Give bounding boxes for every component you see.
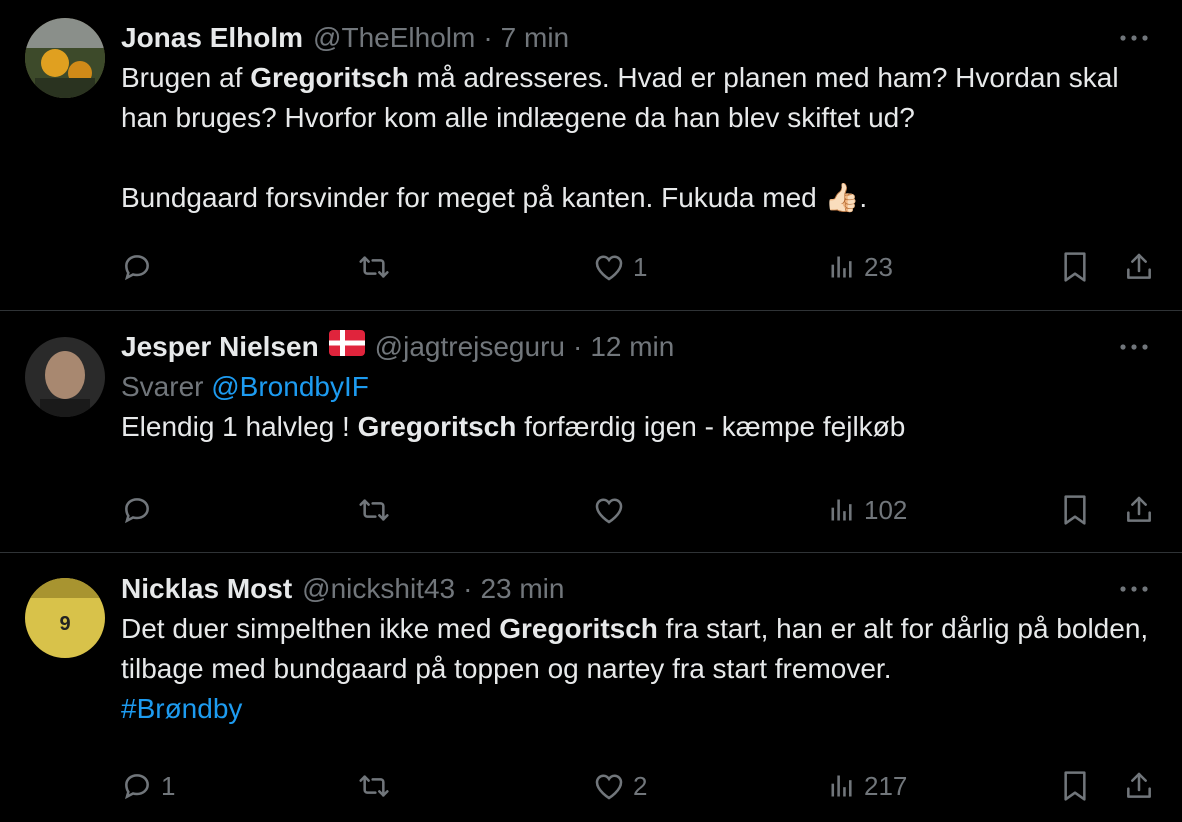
tweet-header: Jonas Elholm @TheElholm · 7 min (121, 18, 1154, 58)
repost-button[interactable] (357, 770, 399, 802)
tweet-actions: 1 23 (121, 247, 1154, 287)
views-icon (831, 256, 852, 278)
repost-icon (359, 775, 389, 797)
repost-icon (359, 256, 389, 278)
mention-link[interactable]: @BrondbyIF (211, 371, 369, 402)
display-name[interactable]: Nicklas Most (121, 569, 292, 609)
tweet-text: Brugen af Gregoritsch må adresseres. Hva… (121, 62, 1127, 133)
more-icon (1120, 35, 1148, 41)
more-icon (1120, 586, 1148, 592)
tweet-text: Det duer simpelthen ikke med Gregoritsch… (121, 613, 1156, 684)
bookmark-icon (1064, 495, 1086, 525)
avatar[interactable] (25, 337, 105, 417)
tweet-text: Elendig 1 halvleg ! Gregoritsch forfærdi… (121, 411, 906, 442)
replying-to: Svarer @BrondbyIF (121, 371, 369, 402)
reply-button[interactable] (121, 251, 161, 283)
share-icon (1127, 772, 1151, 798)
like-count: 1 (633, 251, 648, 282)
display-name[interactable]: Jesper Nielsen (121, 327, 319, 367)
tweet-text-paragraph-2: Bundgaard forsvinder for meget på kanten… (121, 182, 868, 213)
tweet-header: Nicklas Most @nickshit43 · 23 min (121, 569, 1154, 609)
tweet-3[interactable]: 9 Nicklas Most @nickshit43 · 23 min Det … (0, 553, 1182, 822)
svg-text:9: 9 (59, 613, 70, 635)
bookmark-icon (1064, 252, 1086, 282)
like-button[interactable]: 1 (593, 252, 647, 283)
bookmark-button[interactable] (1061, 494, 1089, 526)
repost-button[interactable] (357, 494, 399, 526)
like-button[interactable] (593, 495, 633, 525)
bookmark-button[interactable] (1061, 251, 1089, 283)
avatar[interactable]: 9 (25, 578, 105, 658)
reply-button[interactable] (121, 494, 161, 526)
views-count: 102 (864, 494, 908, 525)
bookmark-icon (1064, 771, 1086, 801)
share-icon (1127, 253, 1151, 279)
share-icon (1127, 496, 1151, 522)
share-button[interactable] (1123, 770, 1155, 802)
timestamp[interactable]: 12 min (590, 327, 674, 367)
more-icon (1120, 344, 1148, 350)
views-button[interactable]: 23 (828, 252, 893, 283)
handle[interactable]: @nickshit43 (302, 569, 455, 609)
like-icon (595, 498, 623, 524)
tweet-actions: 102 (121, 490, 1154, 530)
views-count: 23 (864, 251, 893, 282)
views-button[interactable]: 102 (828, 495, 907, 526)
share-button[interactable] (1123, 494, 1155, 526)
separator-dot: · (463, 573, 473, 604)
more-options-button[interactable] (1114, 327, 1154, 367)
separator-dot: · (483, 22, 493, 53)
handle[interactable]: @jagtrejseguru (375, 327, 565, 367)
tweet-header: Jesper Nielsen @jagtrejseguru · 12 min (121, 327, 1154, 367)
repost-button[interactable] (357, 251, 399, 283)
repost-icon (359, 499, 389, 521)
tweet-actions: 1 2 217 (121, 766, 1154, 806)
tweet-1[interactable]: Jonas Elholm @TheElholm · 7 min Brugen a… (0, 0, 1182, 311)
views-icon (831, 775, 852, 797)
share-button[interactable] (1123, 251, 1155, 283)
like-button[interactable]: 2 (593, 771, 647, 802)
separator-dot: · (572, 331, 583, 362)
reply-icon (124, 255, 149, 281)
handle[interactable]: @TheElholm (313, 18, 475, 58)
more-options-button[interactable] (1114, 18, 1154, 58)
more-options-button[interactable] (1114, 569, 1154, 609)
thumbs-up-emoji: 👍🏻 (824, 182, 860, 213)
like-count: 2 (633, 770, 648, 801)
timestamp[interactable]: 23 min (480, 569, 564, 609)
like-icon (595, 255, 623, 281)
danish-flag-icon (328, 327, 365, 367)
reply-button[interactable]: 1 (121, 770, 175, 802)
like-icon (595, 774, 623, 800)
timestamp[interactable]: 7 min (501, 18, 569, 58)
avatar[interactable] (25, 18, 105, 98)
reply-count: 1 (161, 770, 176, 801)
reply-icon (124, 498, 149, 524)
views-count: 217 (864, 770, 908, 801)
hashtag-link[interactable]: #Brøndby (121, 693, 242, 724)
display-name[interactable]: Jonas Elholm (121, 18, 303, 58)
bookmark-button[interactable] (1061, 770, 1089, 802)
tweet-2[interactable]: Jesper Nielsen @jagtrejseguru · 12 min S… (0, 311, 1182, 553)
reply-icon (124, 774, 149, 800)
views-button[interactable]: 217 (828, 771, 907, 802)
views-icon (831, 499, 852, 521)
